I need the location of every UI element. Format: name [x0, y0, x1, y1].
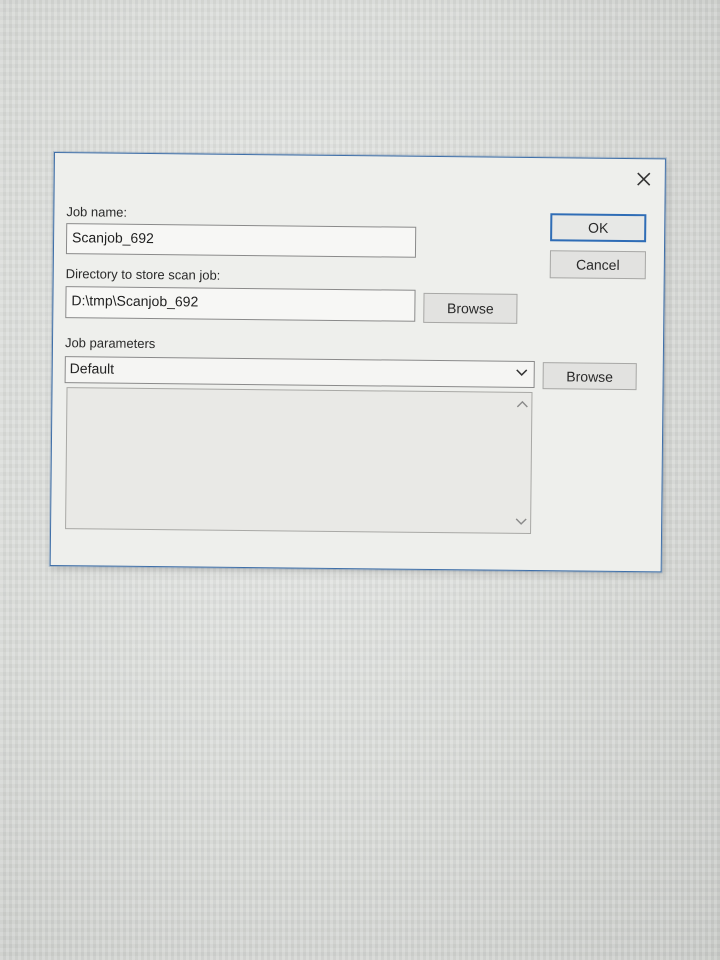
- job-parameters-select[interactable]: Default: [64, 356, 535, 389]
- job-name-value: Scanjob_692: [72, 229, 154, 247]
- job-name-input[interactable]: Scanjob_692: [65, 223, 417, 258]
- job-parameters-label: Job parameters: [64, 335, 156, 352]
- close-button[interactable]: [631, 167, 657, 191]
- job-parameters-selected: Default: [69, 360, 115, 377]
- chevron-down-icon[interactable]: [515, 517, 527, 527]
- chevron-down-icon: [516, 369, 528, 376]
- ok-button[interactable]: OK: [550, 213, 647, 243]
- scan-job-dialog: Job name: Scanjob_692 Directory to store…: [49, 152, 666, 573]
- directory-input[interactable]: D:\tmp\Scanjob_692: [65, 286, 416, 322]
- chevron-up-icon[interactable]: [516, 399, 528, 409]
- job-name-label: Job name:: [66, 204, 128, 220]
- job-parameters-browse-button[interactable]: Browse: [542, 362, 637, 391]
- directory-browse-button[interactable]: Browse: [423, 292, 518, 324]
- directory-label: Directory to store scan job:: [65, 266, 221, 283]
- directory-value: D:\tmp\Scanjob_692: [71, 292, 199, 310]
- cancel-button[interactable]: Cancel: [549, 250, 646, 280]
- scrollbar[interactable]: [512, 393, 531, 533]
- close-icon: [637, 172, 651, 186]
- job-parameters-details[interactable]: [65, 387, 533, 535]
